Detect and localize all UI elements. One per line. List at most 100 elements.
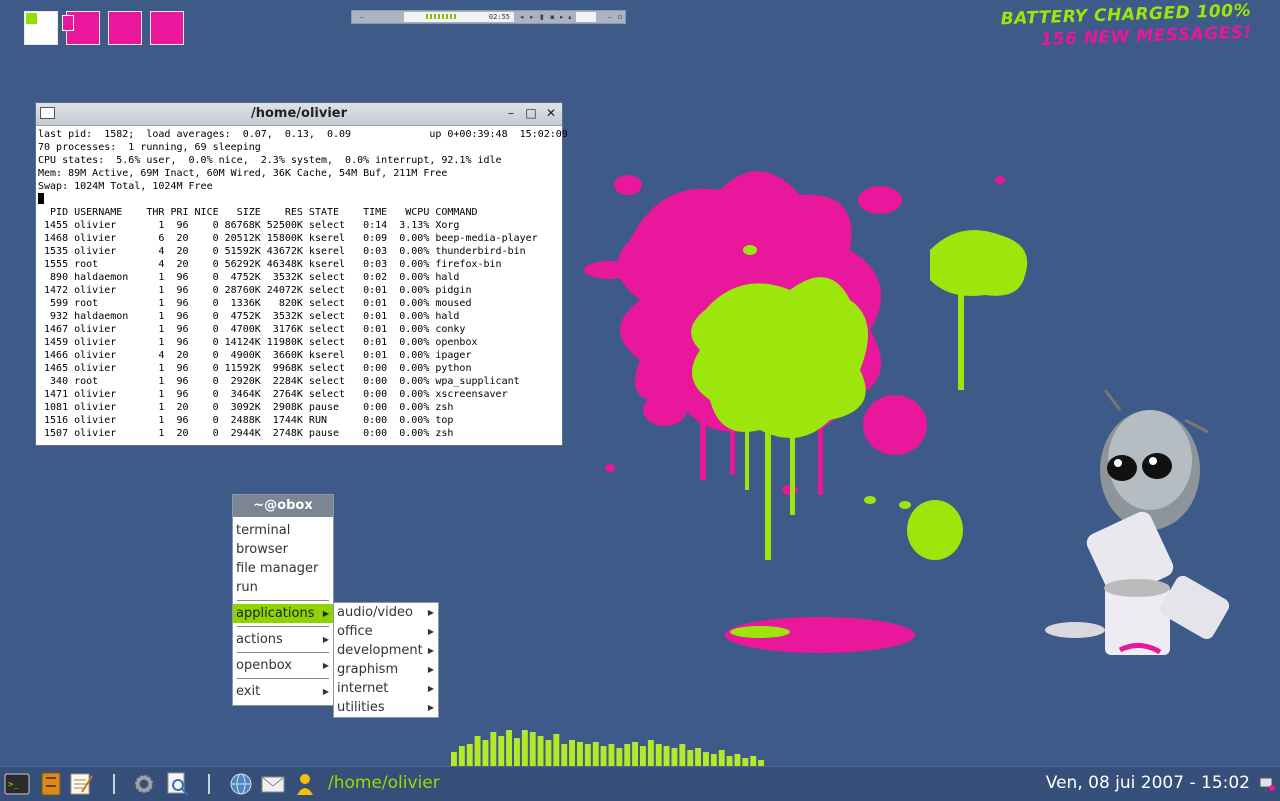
visualizer-bar bbox=[600, 746, 607, 766]
menu-item-actions[interactable]: actions ▶ bbox=[233, 630, 333, 649]
process-row: 1555 root 4 20 0 56292K 46348K kserel 0:… bbox=[38, 259, 502, 270]
svg-text:>_: >_ bbox=[8, 780, 19, 790]
desktop-pager bbox=[24, 11, 184, 45]
visualizer-bar bbox=[655, 744, 662, 766]
previous-icon[interactable]: ◂ bbox=[520, 11, 524, 23]
terminal-window[interactable]: /home/olivier – □ ✕ last pid: 1582; load… bbox=[35, 102, 568, 446]
close-icon[interactable]: ▫ bbox=[618, 11, 623, 23]
visualizer-bar bbox=[632, 742, 638, 766]
process-row: 1081 olivier 1 20 0 3092K 2908K pause 0:… bbox=[38, 402, 454, 413]
player-time: 02:55 bbox=[488, 13, 510, 21]
menu-item-exit[interactable]: exit ▶ bbox=[233, 682, 333, 701]
taskbar-separator bbox=[208, 774, 210, 794]
top-output[interactable]: last pid: 1582; load averages: 0.07, 0.1… bbox=[36, 126, 568, 442]
menu-item-applications[interactable]: applications ▶ bbox=[233, 604, 333, 623]
visualizer-bar bbox=[474, 736, 481, 766]
process-row: 1455 olivier 1 96 0 86768K 52500K select… bbox=[38, 220, 460, 231]
clock: Ven, 08 jui 2007 - 15:02 bbox=[1045, 773, 1250, 793]
visualizer-bar bbox=[545, 740, 552, 766]
desktop-3-button[interactable] bbox=[108, 11, 142, 45]
chat-buddy-icon[interactable] bbox=[292, 772, 318, 796]
summary-line: Mem: 89M Active, 69M Inact, 60M Wired, 3… bbox=[38, 168, 448, 179]
applications-submenu: audio/video ▶ office ▶ development ▶ graphi… bbox=[333, 602, 439, 718]
submenu-arrow-icon: ▶ bbox=[427, 684, 434, 693]
minimize-icon[interactable]: – bbox=[608, 11, 612, 23]
visualizer-bar bbox=[750, 756, 757, 766]
visualizer-bar bbox=[592, 742, 599, 766]
process-row: 1466 olivier 4 20 0 4900K 3660K kserel 0… bbox=[38, 350, 472, 361]
pause-icon[interactable]: ▮ bbox=[540, 11, 544, 23]
menu-separator bbox=[233, 649, 333, 656]
submenu-arrow-icon: ▶ bbox=[427, 703, 434, 712]
menu-item-internet[interactable]: internet ▶ bbox=[334, 679, 438, 698]
visualizer-bar bbox=[687, 750, 694, 766]
menu-item-audio-video[interactable]: audio/video ▶ bbox=[334, 603, 438, 622]
submenu-arrow-icon: ▶ bbox=[427, 665, 434, 674]
maximize-icon[interactable]: □ bbox=[524, 106, 538, 120]
terminal-cursor bbox=[38, 193, 44, 204]
menu-separator bbox=[233, 675, 333, 682]
summary-line: Swap: 1024M Total, 1024M Free bbox=[38, 181, 213, 192]
stop-icon[interactable]: ▪ bbox=[550, 11, 555, 23]
eject-icon[interactable]: ▴ bbox=[568, 11, 572, 23]
menu-icon[interactable]: – bbox=[360, 11, 364, 23]
menu-item-run[interactable]: run bbox=[233, 578, 333, 597]
visualizer-bar bbox=[640, 746, 646, 766]
menu-item-browser[interactable]: browser bbox=[233, 540, 333, 559]
menu-item-utilities[interactable]: utilities ▶ bbox=[334, 698, 438, 717]
process-row: 1471 olivier 1 96 0 3464K 2764K select 0… bbox=[38, 389, 508, 400]
gear-icon[interactable] bbox=[131, 772, 157, 796]
terminal-titlebar[interactable]: /home/olivier – □ ✕ bbox=[36, 103, 562, 126]
submenu-arrow-icon: ▶ bbox=[322, 609, 329, 618]
menu-item-openbox[interactable]: openbox ▶ bbox=[233, 656, 333, 675]
menu-item-development[interactable]: development ▶ bbox=[334, 641, 438, 660]
mail-icon[interactable] bbox=[260, 772, 286, 796]
process-row: 1465 olivier 1 96 0 11592K 9968K select … bbox=[38, 363, 472, 374]
menu-item-office[interactable]: office ▶ bbox=[334, 622, 438, 641]
menu-separator bbox=[233, 597, 333, 604]
submenu-arrow-icon: ▶ bbox=[427, 627, 434, 636]
root-menu-title: ~@obox bbox=[233, 495, 333, 517]
visualizer-bar bbox=[734, 754, 741, 766]
menu-item-graphism[interactable]: graphism ▶ bbox=[334, 660, 438, 679]
network-tray-icon[interactable] bbox=[1258, 775, 1276, 793]
visualizer-bar bbox=[647, 740, 654, 766]
file-cabinet-icon[interactable] bbox=[38, 772, 64, 796]
menu-separator bbox=[233, 623, 333, 630]
menu-item-terminal[interactable]: terminal bbox=[233, 521, 333, 540]
minimize-icon[interactable]: – bbox=[504, 106, 518, 120]
visualizer-bar bbox=[718, 750, 725, 766]
visualizer-bar bbox=[458, 746, 465, 766]
visualizer-bar bbox=[608, 744, 615, 766]
submenu-arrow-icon: ▶ bbox=[427, 646, 434, 655]
visualizer-bar bbox=[742, 758, 749, 766]
close-icon[interactable]: ✕ bbox=[544, 106, 558, 120]
text-editor-icon[interactable] bbox=[68, 772, 94, 796]
search-icon[interactable] bbox=[165, 772, 191, 796]
process-row: 1459 olivier 1 96 0 14124K 11980K select… bbox=[38, 337, 478, 348]
process-row: 1516 olivier 1 96 0 2488K 1744K RUN 0:00… bbox=[38, 415, 454, 426]
desktop-notifications: BATTERY CHARGED 100% 156 NEW MESSAGES! bbox=[1001, 0, 1253, 52]
summary-line: CPU states: 5.6% user, 0.0% nice, 2.3% s… bbox=[38, 155, 502, 166]
visualizer-bar bbox=[537, 736, 544, 766]
submenu-arrow-icon: ▶ bbox=[322, 635, 329, 644]
volume-slider[interactable] bbox=[576, 12, 596, 22]
globe-icon[interactable] bbox=[228, 772, 254, 796]
next-icon[interactable]: ▸ bbox=[560, 11, 564, 23]
visualizer-bar bbox=[498, 736, 505, 766]
visualizer-bar bbox=[506, 730, 512, 766]
visualizer-bar bbox=[569, 740, 575, 766]
visualizer-bar bbox=[695, 748, 701, 766]
visualizer-bar bbox=[671, 748, 678, 766]
terminal-launcher-icon[interactable]: >_ bbox=[4, 772, 30, 796]
visualizer-bar bbox=[451, 752, 457, 766]
menu-item-file-manager[interactable]: file manager bbox=[233, 559, 333, 578]
desktop-4-button[interactable] bbox=[150, 11, 184, 45]
submenu-arrow-icon: ▶ bbox=[322, 687, 329, 696]
visualizer-bar bbox=[490, 732, 497, 766]
process-row: 1535 olivier 4 20 0 51592K 43672K kserel… bbox=[38, 246, 526, 257]
visualizer-bar bbox=[521, 730, 528, 766]
play-icon[interactable]: ▸ bbox=[530, 11, 534, 23]
desktop-1-button[interactable] bbox=[24, 11, 58, 45]
desktop-2-button[interactable] bbox=[62, 11, 100, 45]
